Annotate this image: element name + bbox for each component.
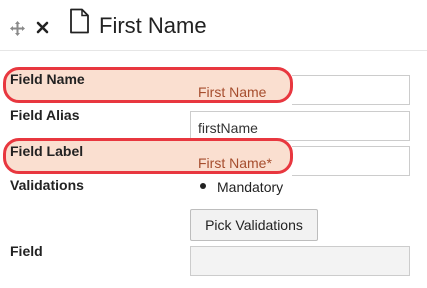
- field-name-label: Field Name: [10, 71, 85, 87]
- validations-label: Validations: [10, 177, 84, 193]
- field-label-input-border: [292, 146, 410, 176]
- document-icon: [70, 8, 89, 34]
- bullet-icon: [200, 183, 206, 190]
- field-alias-input[interactable]: firstName: [190, 111, 410, 141]
- field-input[interactable]: [190, 246, 410, 276]
- pick-validations-button[interactable]: Pick Validations: [190, 209, 318, 241]
- field-name-input-border: [292, 75, 410, 105]
- field-alias-label: Field Alias: [10, 107, 80, 123]
- header: First Name: [0, 0, 427, 51]
- page-title: First Name: [99, 13, 207, 38]
- field-label-label: Field Label: [10, 143, 84, 159]
- validation-list-item: Mandatory: [200, 179, 283, 195]
- validation-item-mandatory: Mandatory: [217, 179, 284, 195]
- close-icon[interactable]: [36, 21, 49, 34]
- field-label: Field: [10, 243, 43, 259]
- move-icon[interactable]: [10, 21, 25, 36]
